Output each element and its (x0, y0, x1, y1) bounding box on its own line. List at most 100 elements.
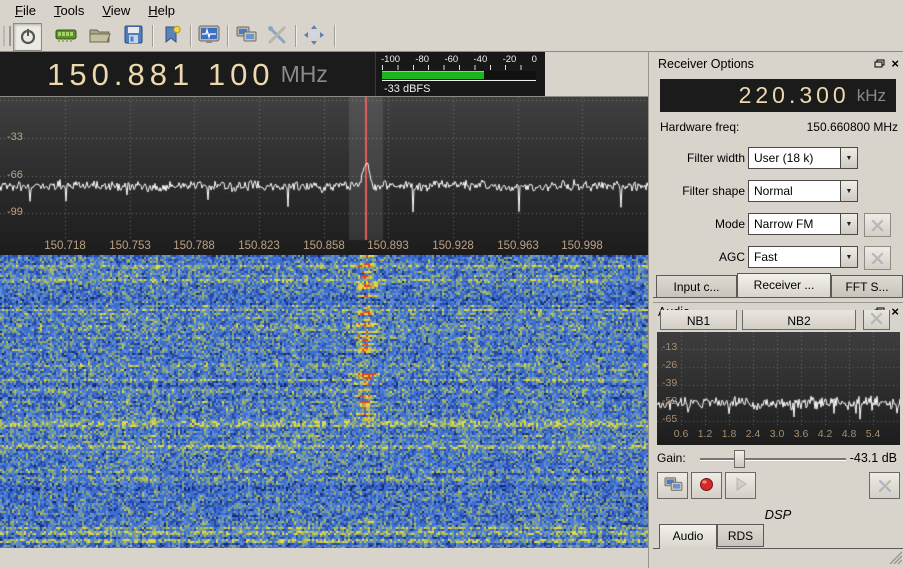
mode-select[interactable]: Narrow FM ▼ (748, 213, 858, 235)
spectrum-plot[interactable] (0, 97, 648, 255)
tab-label: Receiver ... (754, 278, 815, 292)
noise-blanker-strip: NB1 NB2 (653, 310, 903, 330)
bookmarks-button[interactable] (158, 23, 185, 49)
audio-x-label: 0.6 (674, 428, 689, 440)
meter-tick-label: 0 (532, 54, 537, 65)
resize-grip-icon[interactable] (888, 550, 902, 567)
audio-x-label: 3.6 (794, 428, 809, 440)
filter-shape-select[interactable]: Normal ▼ (748, 180, 858, 202)
audio-db-label: -52 (662, 395, 677, 407)
nb2-button[interactable]: NB2 (742, 310, 856, 330)
meter-tick-label: -100 (381, 54, 400, 65)
channel-freq-unit: kHz (857, 86, 886, 106)
dsp-display-button[interactable] (195, 23, 222, 49)
tools-button[interactable] (263, 23, 290, 49)
menu-file[interactable]: File (6, 1, 45, 20)
audio-x-label: 4.2 (818, 428, 833, 440)
tab-audio[interactable]: Audio (659, 524, 717, 549)
filter-width-value: User (18 k) (749, 148, 840, 168)
audio-x-label: 5.4 (866, 428, 881, 440)
nb2-label: NB2 (787, 314, 810, 328)
hardware-freq-value: 150.660800 MHz (807, 120, 898, 134)
tab-input-controls[interactable]: Input c... (656, 275, 737, 297)
tab-receiver-options[interactable]: Receiver ... (737, 273, 831, 297)
tab-rds[interactable]: RDS (717, 524, 764, 547)
mode-options-button[interactable] (864, 213, 891, 237)
chevron-down-icon[interactable]: ▼ (840, 181, 857, 201)
sdr-device-button[interactable] (52, 23, 79, 49)
fullscreen-button[interactable] (300, 23, 327, 49)
audio-db-label: -65 (662, 413, 677, 425)
audio-x-label: 3.0 (770, 428, 785, 440)
gain-slider-groove (700, 458, 846, 461)
crossed-tools-icon (267, 25, 287, 48)
chevron-down-icon[interactable]: ▼ (840, 148, 857, 168)
mode-label: Mode (715, 217, 745, 231)
spectrum-db-label: -99 (7, 206, 23, 218)
spectrum-freq-label: 150.928 (432, 240, 474, 252)
sdr-device-icon (55, 26, 77, 47)
close-dock-icon[interactable]: × (891, 59, 899, 69)
audio-stream-button[interactable] (657, 472, 688, 499)
float-dock-icon[interactable] (874, 59, 885, 69)
agc-row: AGC Fast ▼ (653, 246, 903, 270)
audio-dock-border (653, 302, 903, 303)
menu-view[interactable]: View (93, 1, 139, 20)
audio-options-button[interactable] (863, 310, 890, 330)
meter-track (382, 71, 536, 79)
menu-bar: File Tools View Help (0, 0, 903, 21)
meter-tick-label: -40 (474, 54, 488, 65)
mode-value: Narrow FM (749, 214, 840, 234)
audio-x-label: 1.8 (722, 428, 737, 440)
power-toggle-button[interactable] (13, 23, 42, 51)
filter-width-select[interactable]: User (18 k) ▼ (748, 147, 858, 169)
save-icon (124, 25, 143, 47)
remote-control-button[interactable] (232, 23, 259, 49)
meter-tickmarks (382, 65, 536, 70)
tab-fft-settings[interactable]: FFT S... (831, 275, 903, 297)
dsp-monitor-icon (198, 25, 220, 47)
open-button[interactable] (86, 23, 113, 49)
network-audio-icon (663, 476, 683, 496)
frequency-display[interactable]: 150.881 100 MHz (0, 52, 375, 97)
meter-scale: -100 -80 -60 -40 -20 0 (381, 54, 537, 65)
frequency-unit: MHz (281, 61, 328, 88)
channel-freq-value[interactable]: 220.300 (739, 82, 850, 109)
toolbar (0, 21, 903, 52)
hardware-freq-label: Hardware freq: (660, 120, 739, 134)
audio-more-options-button[interactable] (869, 472, 900, 499)
chevron-down-icon[interactable]: ▼ (840, 247, 857, 267)
toolbar-separator (334, 25, 336, 47)
agc-options-button[interactable] (864, 246, 891, 270)
mode-row: Mode Narrow FM ▼ (653, 213, 903, 237)
audio-record-button[interactable] (691, 472, 722, 499)
spectrum-freq-label: 150.963 (497, 240, 539, 252)
channel-freq-display[interactable]: 220.300 kHz (660, 79, 896, 112)
frequency-value[interactable]: 150.881 100 (47, 57, 274, 93)
play-icon (734, 477, 748, 494)
agc-select[interactable]: Fast ▼ (748, 246, 858, 268)
toolbar-drag-handle[interactable] (3, 26, 11, 46)
filter-width-row: Filter width User (18 k) ▼ (653, 147, 903, 171)
audio-x-label: 1.2 (698, 428, 713, 440)
bookmark-icon (162, 25, 182, 48)
fullscreen-arrows-icon (304, 25, 324, 48)
gain-slider-handle[interactable] (734, 450, 745, 468)
chevron-down-icon[interactable]: ▼ (840, 214, 857, 234)
filter-shape-value: Normal (749, 181, 840, 201)
hardware-freq-row: Hardware freq: 150.660800 MHz (660, 120, 898, 134)
spectrum-freq-label: 150.788 (173, 240, 215, 252)
waterfall-display[interactable] (0, 255, 648, 548)
nb1-button[interactable]: NB1 (660, 310, 737, 330)
bottom-strip (0, 548, 650, 568)
display-gap (545, 52, 650, 97)
menu-tools[interactable]: Tools (45, 1, 93, 20)
save-button[interactable] (120, 23, 147, 49)
agc-label: AGC (719, 250, 745, 264)
tab-pane-border (653, 297, 903, 298)
tab-label: FFT S... (845, 280, 888, 294)
gain-slider[interactable] (700, 450, 846, 468)
menu-help[interactable]: Help (139, 1, 184, 20)
right-panel: Receiver Options × 220.300 kHz Hardware … (653, 52, 903, 568)
audio-play-button[interactable] (725, 472, 756, 499)
